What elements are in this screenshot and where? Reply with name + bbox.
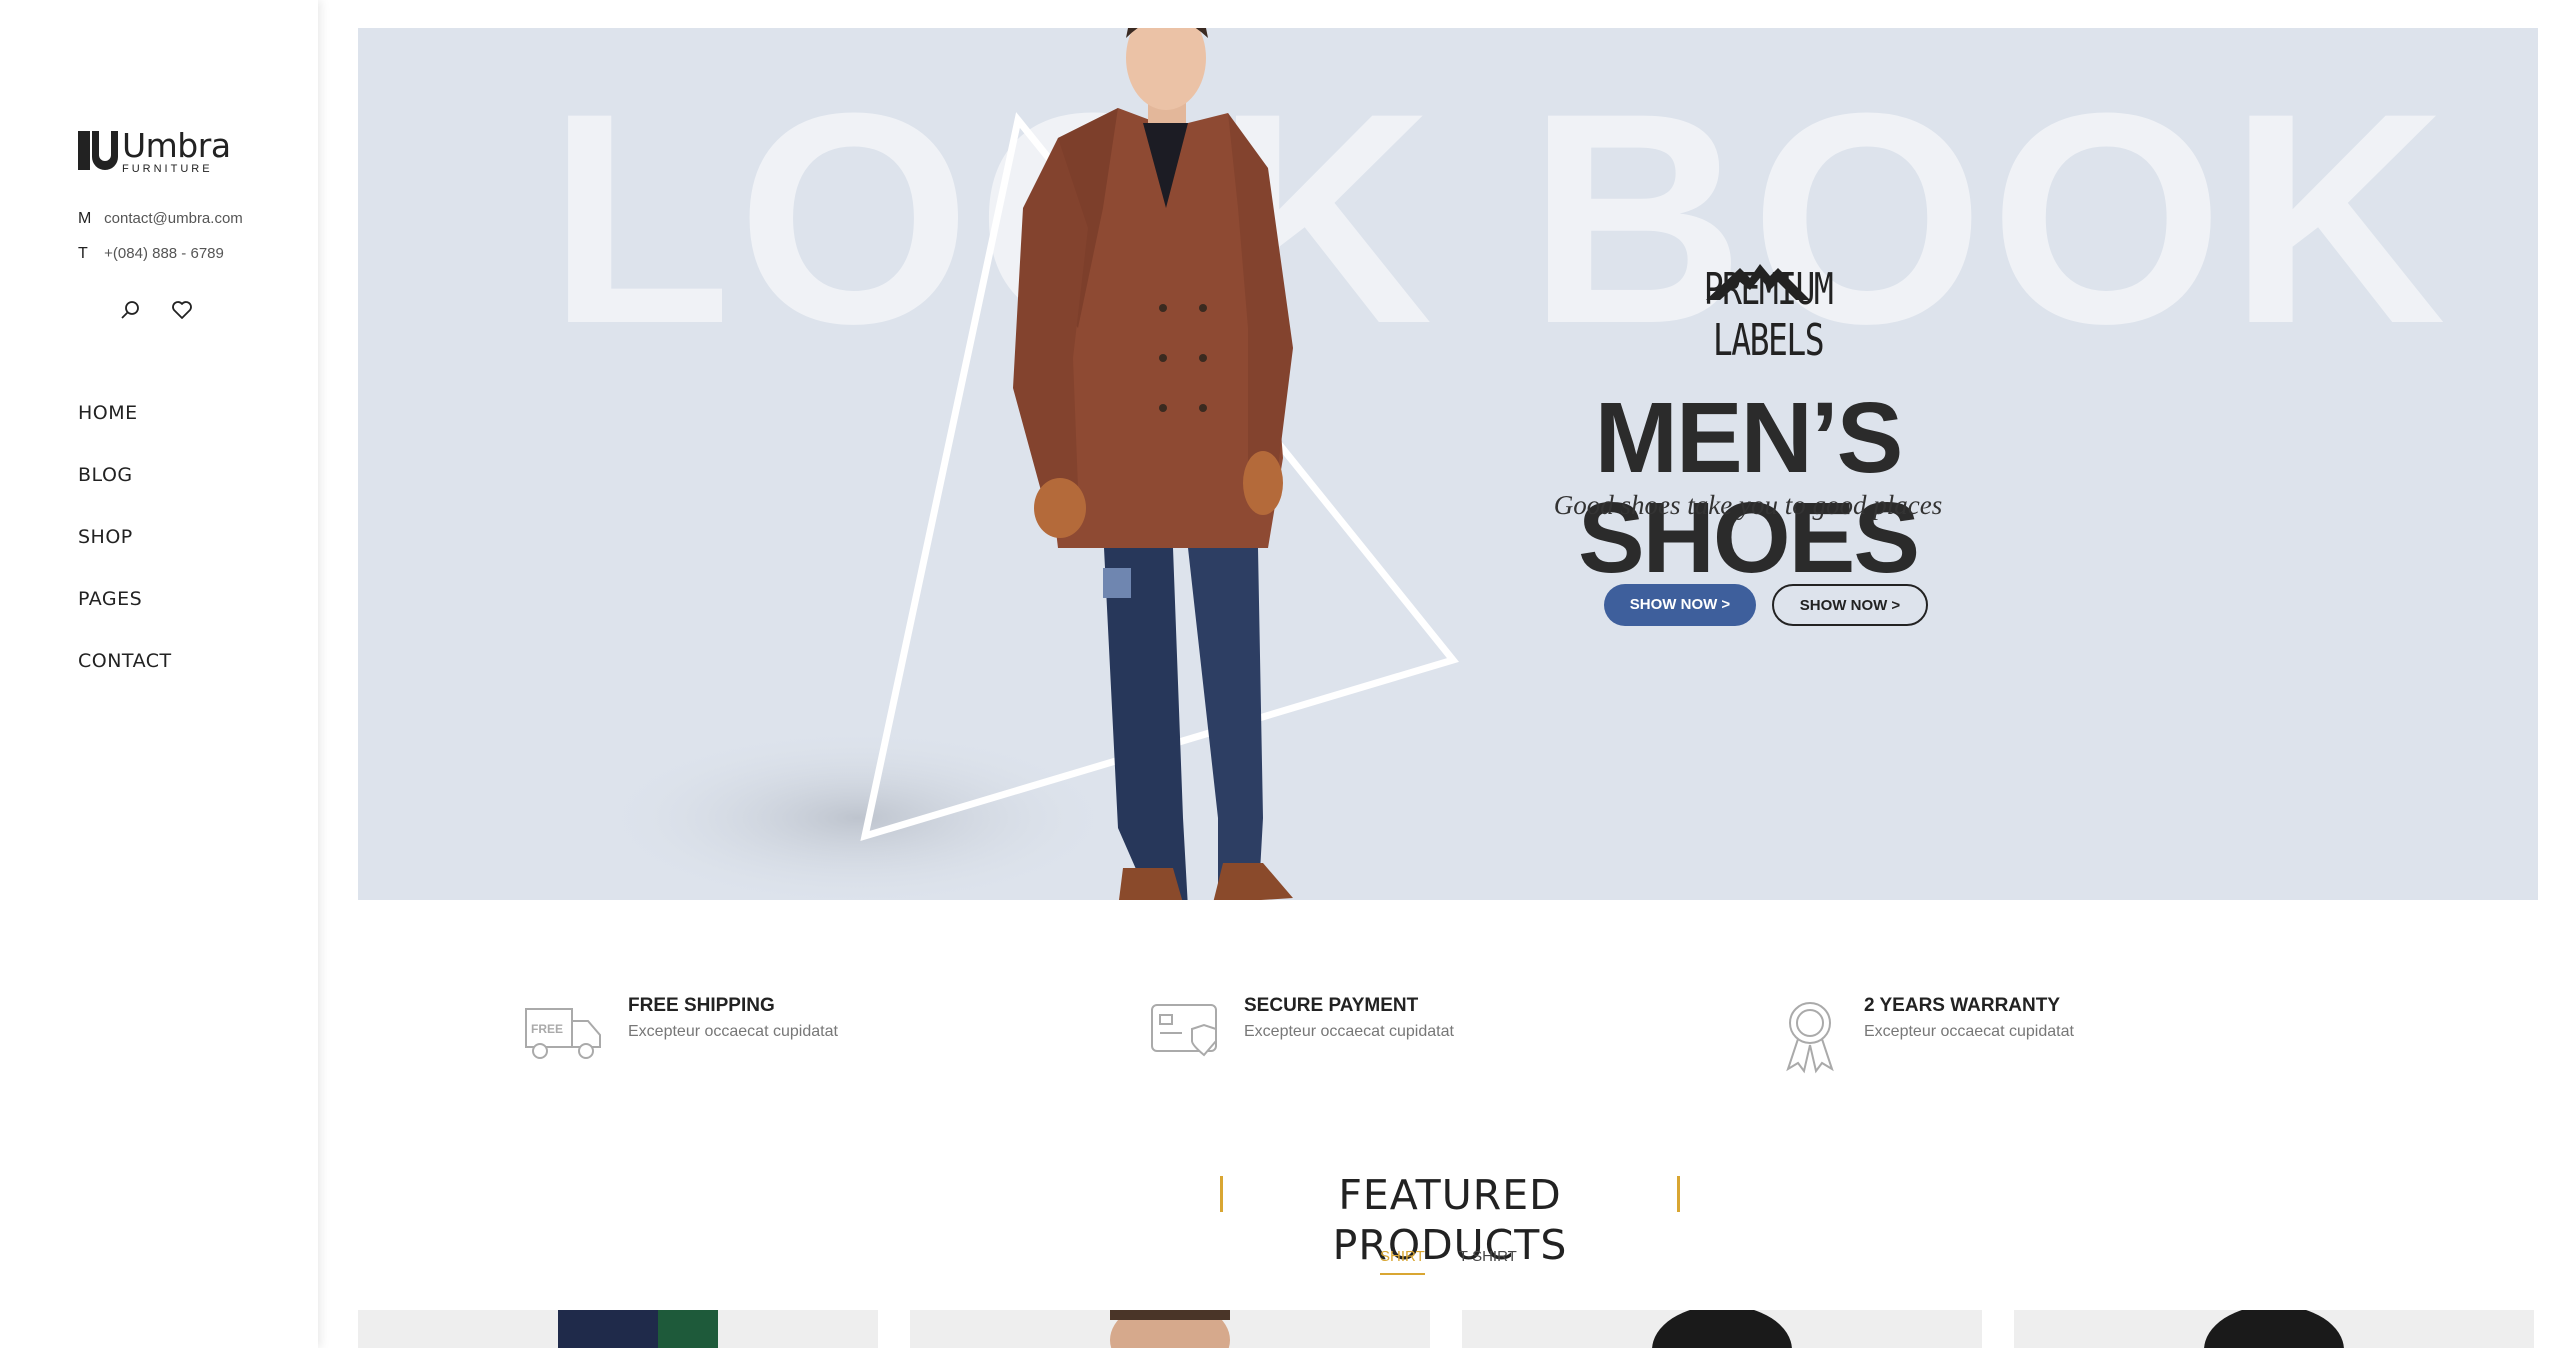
feature-free-shipping: FREE FREE SHIPPING Excepteur occaecat cu… (522, 995, 838, 1065)
heading-accent-left (1220, 1176, 1223, 1212)
nav-item-shop[interactable]: SHOP (78, 526, 172, 588)
hero-subtitle: Good shoes take you to good places (1553, 490, 1943, 520)
tab-shirt[interactable]: SHIRT (1380, 1248, 1425, 1275)
feature-secure-payment: SECURE PAYMENT Excepteur occaecat cupida… (1148, 995, 1454, 1065)
svg-text:FREE: FREE (531, 1022, 563, 1036)
truck-icon: FREE (522, 995, 606, 1065)
product-card[interactable] (1462, 1310, 1982, 1348)
logo[interactable]: Umbra FURNITURE (78, 129, 231, 175)
nav-item-blog[interactable]: BLOG (78, 464, 172, 526)
contact-email: M contact@umbra.com (78, 210, 243, 228)
nav-item-pages[interactable]: PAGES (78, 588, 172, 650)
tab-t-shirt[interactable]: T-SHIRT (1459, 1248, 1517, 1275)
product-card[interactable] (910, 1310, 1430, 1348)
feature-title: SECURE PAYMENT (1244, 995, 1419, 1016)
award-ribbon-icon (1778, 995, 1842, 1074)
show-now-button-primary[interactable]: SHOW NOW > (1604, 584, 1756, 626)
logo-mark-icon (78, 129, 118, 170)
logo-name: Umbra (122, 126, 231, 165)
search-icon[interactable] (118, 298, 142, 322)
product-card[interactable] (2014, 1310, 2534, 1348)
feature-title: FREE SHIPPING (628, 995, 775, 1016)
feature-text: Excepteur occaecat cupidatat (1864, 1023, 2074, 1040)
phone-text[interactable]: +(084) 888 - 6789 (104, 245, 224, 262)
product-tabs: SHIRT T-SHIRT (1380, 1248, 1517, 1275)
feature-warranty: 2 YEARS WARRANTY Excepteur occaecat cupi… (1778, 995, 2074, 1074)
brand-logo: PREMIUM LABELS (1638, 264, 1898, 366)
email-text[interactable]: contact@umbra.com (104, 210, 243, 227)
sidebar: Umbra FURNITURE M contact@umbra.com T +(… (0, 0, 318, 1348)
hero-title: MEN’S SHOES (1577, 382, 1920, 594)
phone-key: T (78, 245, 88, 262)
credit-card-icon (1148, 995, 1222, 1065)
main-nav: HOME BLOG SHOP PAGES CONTACT (78, 402, 172, 712)
mail-key: M (78, 210, 92, 227)
product-card[interactable] (358, 1310, 878, 1348)
heart-icon[interactable] (170, 298, 194, 322)
nav-item-home[interactable]: HOME (78, 402, 172, 464)
feature-text: Excepteur occaecat cupidatat (1244, 1023, 1454, 1040)
hero-banner: LOOK BOOK PREMIUM LABELS MEN’S SHOES Goo… (358, 28, 2538, 900)
show-now-button-secondary[interactable]: SHOW NOW > (1772, 584, 1928, 626)
contact-phone: T +(084) 888 - 6789 (78, 245, 224, 263)
feature-title: 2 YEARS WARRANTY (1864, 995, 2061, 1016)
heading-accent-right (1677, 1176, 1680, 1212)
featured-products-heading: FEATURED PRODUCTS (1220, 1170, 1680, 1269)
logo-subtitle: FURNITURE (122, 163, 213, 175)
nav-item-contact[interactable]: CONTACT (78, 650, 172, 712)
brand-name: PREMIUM LABELS (1703, 264, 1834, 366)
feature-text: Excepteur occaecat cupidatat (628, 1023, 838, 1040)
